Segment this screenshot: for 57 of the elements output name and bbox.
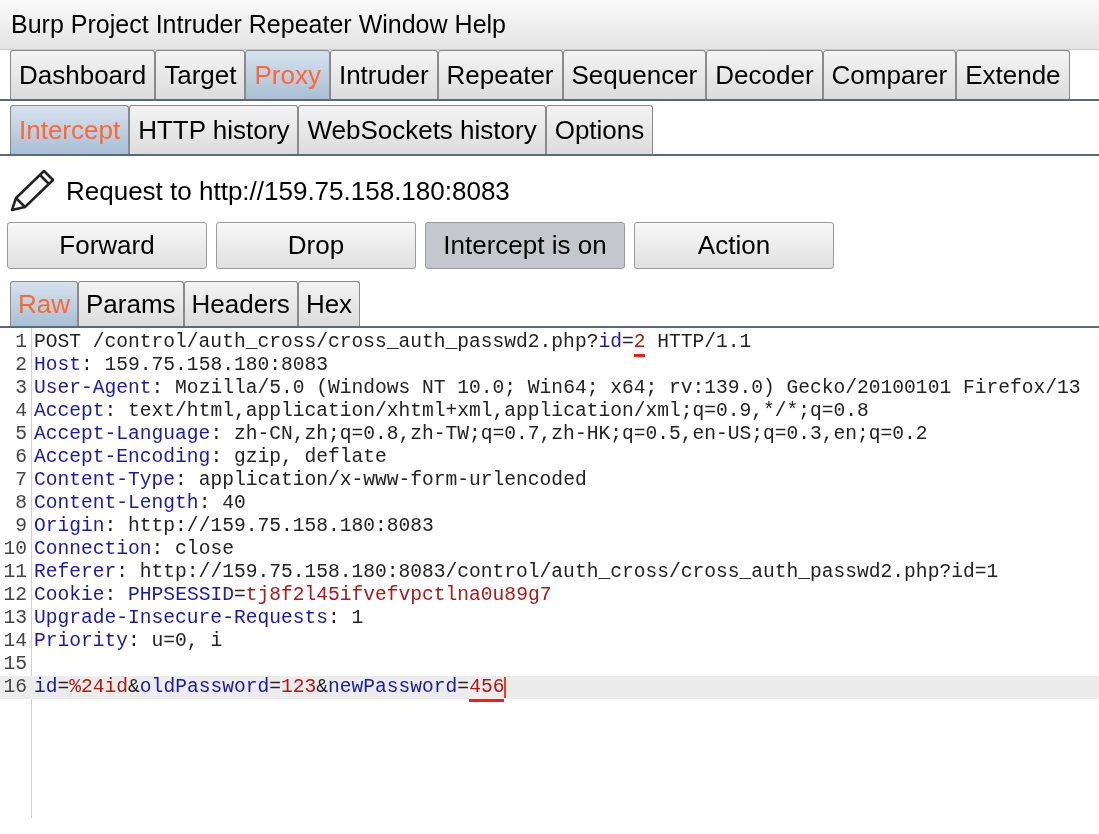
code-line: Content-Length: 40 <box>34 492 246 515</box>
line-number: 10 <box>2 538 27 561</box>
code-line: POST /control/auth_cross/cross_auth_passwd2.php?id=2 HTTP/1.1 <box>34 331 752 354</box>
code-line: Upgrade-Insecure-Requests: 1 <box>34 607 364 630</box>
code-line: Accept-Encoding: gzip, deflate <box>34 446 387 469</box>
menu-item[interactable]: Repeater <box>248 5 352 44</box>
menu-item[interactable]: Window <box>358 5 448 44</box>
menu-item[interactable]: Project <box>70 5 149 44</box>
action-button[interactable]: Action <box>634 222 834 269</box>
action-button[interactable]: Drop <box>216 222 416 269</box>
menu-item[interactable]: Intruder <box>155 5 242 44</box>
tab[interactable]: Params <box>78 281 184 326</box>
tab[interactable]: Intruder <box>329 50 438 99</box>
line-number: 7 <box>14 469 27 492</box>
code-line: User-Agent: Mozilla/5.0 (Windows NT 10.0; Win64; x64; rv:139.0) Gecko/20100101 Firefox/13 <box>34 377 1081 400</box>
line-number: 14 <box>2 630 27 653</box>
code-line: Accept: text/html,application/xhtml+xml,application/xml;q=0.9,*/*;q=0.8 <box>34 400 869 423</box>
line-number: 6 <box>14 446 27 469</box>
line-number: 4 <box>14 400 27 423</box>
tab[interactable]: Options <box>545 105 654 154</box>
code-line: Host: 159.75.158.180:8083 <box>34 354 328 377</box>
line-number: 11 <box>2 561 27 584</box>
line-number: 8 <box>14 492 27 515</box>
tab[interactable]: Extende <box>956 50 1070 99</box>
tab[interactable]: WebSockets history <box>298 105 546 154</box>
menu-item[interactable]: Burp <box>11 5 64 44</box>
menu-item[interactable]: Help <box>454 5 506 44</box>
text-cursor <box>504 677 507 698</box>
line-number: 15 <box>2 653 27 676</box>
pencil-icon <box>8 168 56 214</box>
line-number: 12 <box>2 584 27 607</box>
line-number: 1 <box>14 331 27 354</box>
code-line: Accept-Language: zh-CN,zh;q=0.8,zh-TW;q=0.7,zh-HK;q=0.5,en-US;q=0.3,en;q=0.2 <box>34 423 928 446</box>
code-line: Content-Type: application/x-www-form-urlencoded <box>34 469 587 492</box>
code-line: Referer: http://159.75.158.180:8083/control/auth_cross/cross_auth_passwd2.php?id=1 <box>34 561 999 584</box>
action-button[interactable]: Intercept is on <box>425 222 625 269</box>
tab[interactable]: Target <box>155 50 246 99</box>
code-line: Connection: close <box>34 538 234 561</box>
tab[interactable]: Sequencer <box>562 50 707 99</box>
tab[interactable]: Hex <box>297 281 361 326</box>
code-line: Cookie: PHPSESSID=tj8f2l45ifvefvpctlna0u89g7 <box>34 584 552 607</box>
line-number: 16 <box>2 676 27 699</box>
code-line: Origin: http://159.75.158.180:8083 <box>34 515 434 538</box>
line-number: 13 <box>2 607 27 630</box>
line-number: 2 <box>14 354 27 377</box>
code-line: Priority: u=0, i <box>34 630 223 653</box>
tab[interactable]: Dashboard <box>10 50 156 99</box>
line-number: 5 <box>14 423 27 446</box>
line-number: 9 <box>14 515 27 538</box>
action-button[interactable]: Forward <box>7 222 207 269</box>
tab[interactable]: Headers <box>183 281 298 326</box>
tab[interactable]: Repeater <box>437 50 563 99</box>
request-title: Request to http://159.75.158.180:8083 <box>66 174 510 208</box>
tab[interactable]: Comparer <box>822 50 957 99</box>
line-number: 3 <box>14 377 27 400</box>
tab[interactable]: Decoder <box>706 50 823 99</box>
tab[interactable]: HTTP history <box>129 105 299 154</box>
